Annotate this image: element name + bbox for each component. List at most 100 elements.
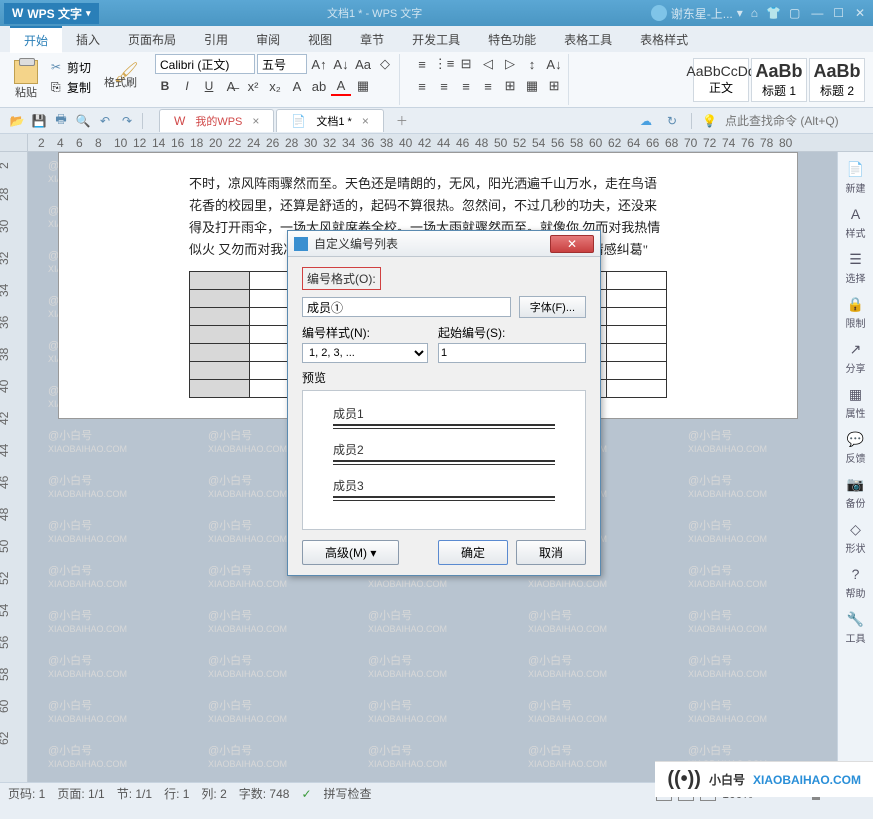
font-effects-button[interactable]: A [287,76,307,96]
minimize-button[interactable]: — [808,6,826,20]
box-icon[interactable]: ▢ [789,6,800,20]
menu-章节[interactable]: 章节 [346,27,398,52]
bulb-icon: 💡 [702,114,717,128]
superscript-button[interactable]: x² [243,76,263,96]
tab-close-icon[interactable]: × [362,114,369,128]
style-标题 1[interactable]: AaBb标题 1 [751,58,807,102]
background-color-button[interactable]: ▦ [353,76,373,96]
number-format-input[interactable] [302,297,511,317]
status-section[interactable]: 节: 1/1 [117,785,152,802]
print-icon[interactable]: 🖶 [52,112,70,130]
menu-表格工具[interactable]: 表格工具 [550,27,626,52]
increase-indent-button[interactable]: ▷ [500,54,520,74]
font-name-select[interactable]: Calibri (正文) [155,54,255,74]
maximize-button[interactable]: ☐ [830,6,848,20]
app-logo[interactable]: W WPS 文字 ▾ [4,3,99,24]
doc-tab[interactable]: 📄 文档1 * × [276,109,383,132]
menu-审阅[interactable]: 审阅 [242,27,294,52]
sidepanel-属性[interactable]: ▦属性 [846,385,866,420]
decrease-font-button[interactable]: A↓ [331,54,351,74]
sidepanel-选择[interactable]: ☰选择 [846,250,866,285]
sync-icon[interactable]: ↻ [663,112,681,130]
status-page[interactable]: 页面: 1/1 [57,785,104,802]
strikethrough-button[interactable]: A̶ [221,76,241,96]
align-left-button[interactable]: ≡ [412,76,432,96]
highlight-button[interactable]: ab [309,76,329,96]
menu-视图[interactable]: 视图 [294,27,346,52]
save-icon[interactable]: 💾 [30,112,48,130]
scissors-icon: ✂ [51,60,65,74]
menu-页面布局[interactable]: 页面布局 [114,27,190,52]
borders-button[interactable]: ⊞ [544,76,564,96]
line-spacing-button[interactable]: ↕ [522,54,542,74]
menu-插入[interactable]: 插入 [62,27,114,52]
menu-特色功能[interactable]: 特色功能 [474,27,550,52]
menu-引用[interactable]: 引用 [190,27,242,52]
close-button[interactable]: ✕ [851,6,869,20]
subscript-button[interactable]: x₂ [265,76,285,96]
shirt-icon[interactable]: 👕 [766,6,781,20]
cut-button[interactable]: ✂剪切 [48,58,94,77]
sidepanel-帮助[interactable]: ?帮助 [846,565,866,600]
cloud-icon[interactable]: ☁ [637,112,655,130]
justify-button[interactable]: ≡ [478,76,498,96]
ok-button[interactable]: 确定 [438,540,508,565]
status-spell[interactable]: 拼写检查 [324,785,372,802]
home-icon[interactable]: ⌂ [751,6,758,20]
sidepanel-分享[interactable]: ↗分享 [846,340,866,375]
add-tab-button[interactable]: ＋ [388,109,416,132]
sidepanel-工具[interactable]: 🔧工具 [846,610,866,645]
status-words[interactable]: 字数: 748 [239,785,290,802]
dialog-titlebar[interactable]: 自定义编号列表 ✕ [288,231,600,257]
italic-button[interactable]: I [177,76,197,96]
multilevel-button[interactable]: ⊟ [456,54,476,74]
sidepanel-新建[interactable]: 📄新建 [846,160,866,195]
status-page-num[interactable]: 页码: 1 [8,785,45,802]
align-right-button[interactable]: ≡ [456,76,476,96]
font-button[interactable]: 字体(F)... [519,296,586,318]
font-color-button[interactable]: A [331,76,351,96]
user-badge[interactable]: 谢东星-上... ▾ [651,5,743,22]
menu-开发工具[interactable]: 开发工具 [398,27,474,52]
style-标题 2[interactable]: AaBb标题 2 [809,58,865,102]
sort-button[interactable]: A↓ [544,54,564,74]
sidepanel-备份[interactable]: 📷备份 [846,475,866,510]
increase-font-button[interactable]: A↑ [309,54,329,74]
undo-icon[interactable]: ↶ [96,112,114,130]
menu-开始[interactable]: 开始 [10,26,62,53]
tab-close-icon[interactable]: × [252,114,259,128]
clear-format-button[interactable]: ◇ [375,54,395,74]
bold-button[interactable]: B [155,76,175,96]
dialog-close-button[interactable]: ✕ [550,235,594,253]
sidepanel-样式[interactable]: A样式 [846,205,866,240]
status-line: 行: 1 [164,785,189,802]
command-search-input[interactable] [725,114,865,128]
wps-icon: W [12,6,23,20]
cancel-button[interactable]: 取消 [516,540,586,565]
change-case-button[interactable]: Aa [353,54,373,74]
font-size-select[interactable]: 五号 [257,54,307,74]
paste-button[interactable]: 粘贴 [8,58,44,102]
shading-button[interactable]: ▦ [522,76,542,96]
underline-button[interactable]: U [199,76,219,96]
decrease-indent-button[interactable]: ◁ [478,54,498,74]
numbering-button[interactable]: ⋮≡ [434,54,454,74]
sidepanel-反馈[interactable]: 💬反馈 [846,430,866,465]
bullets-button[interactable]: ≡ [412,54,432,74]
chevron-down-icon: ▾ [737,6,743,20]
start-number-input[interactable] [438,343,586,363]
style-正文[interactable]: AaBbCcDd正文 [693,58,749,102]
doc-tab[interactable]: W 我的WPS × [159,109,274,132]
sidepanel-形状[interactable]: ◇形状 [846,520,866,555]
advanced-button[interactable]: 高级(M) ▾ [302,540,399,565]
align-center-button[interactable]: ≡ [434,76,454,96]
distribute-button[interactable]: ⊞ [500,76,520,96]
copy-button[interactable]: ⎘复制 [48,78,94,97]
sidepanel-限制[interactable]: 🔒限制 [846,295,866,330]
open-icon[interactable]: 📂 [8,112,26,130]
menu-表格样式[interactable]: 表格样式 [626,27,702,52]
preview-icon[interactable]: 🔍 [74,112,92,130]
redo-icon[interactable]: ↷ [118,112,136,130]
number-style-select[interactable]: 1, 2, 3, ... [302,343,428,363]
format-painter-button[interactable]: 🖌 格式刷 [98,58,143,102]
